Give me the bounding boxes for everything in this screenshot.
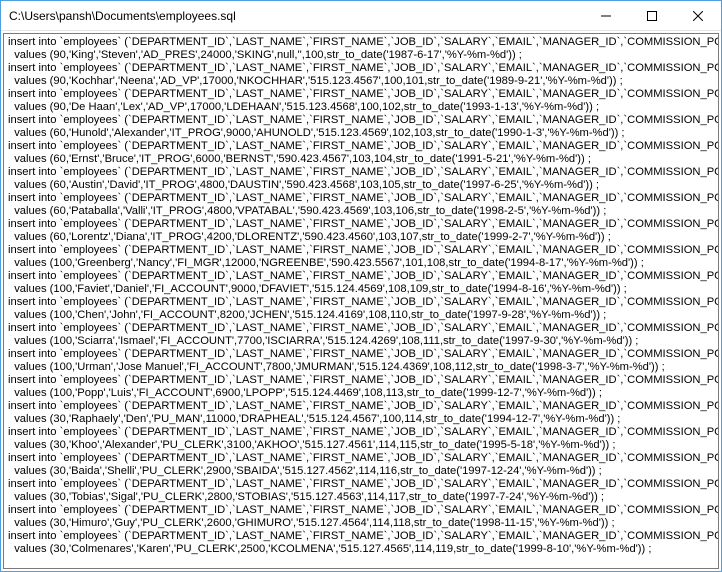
close-button[interactable] (675, 1, 721, 30)
sql-text[interactable]: insert into `employees` (`DEPARTMENT_ID`… (3, 33, 719, 569)
window-title: C:\Users\pansh\Documents\employees.sql (9, 9, 583, 23)
minimize-icon (601, 11, 611, 21)
content-pane[interactable]: insert into `employees` (`DEPARTMENT_ID`… (1, 31, 721, 571)
window-controls (583, 1, 721, 30)
close-icon (693, 11, 703, 21)
maximize-button[interactable] (629, 1, 675, 30)
window-titlebar: C:\Users\pansh\Documents\employees.sql (1, 1, 721, 31)
maximize-icon (647, 11, 657, 21)
minimize-button[interactable] (583, 1, 629, 30)
